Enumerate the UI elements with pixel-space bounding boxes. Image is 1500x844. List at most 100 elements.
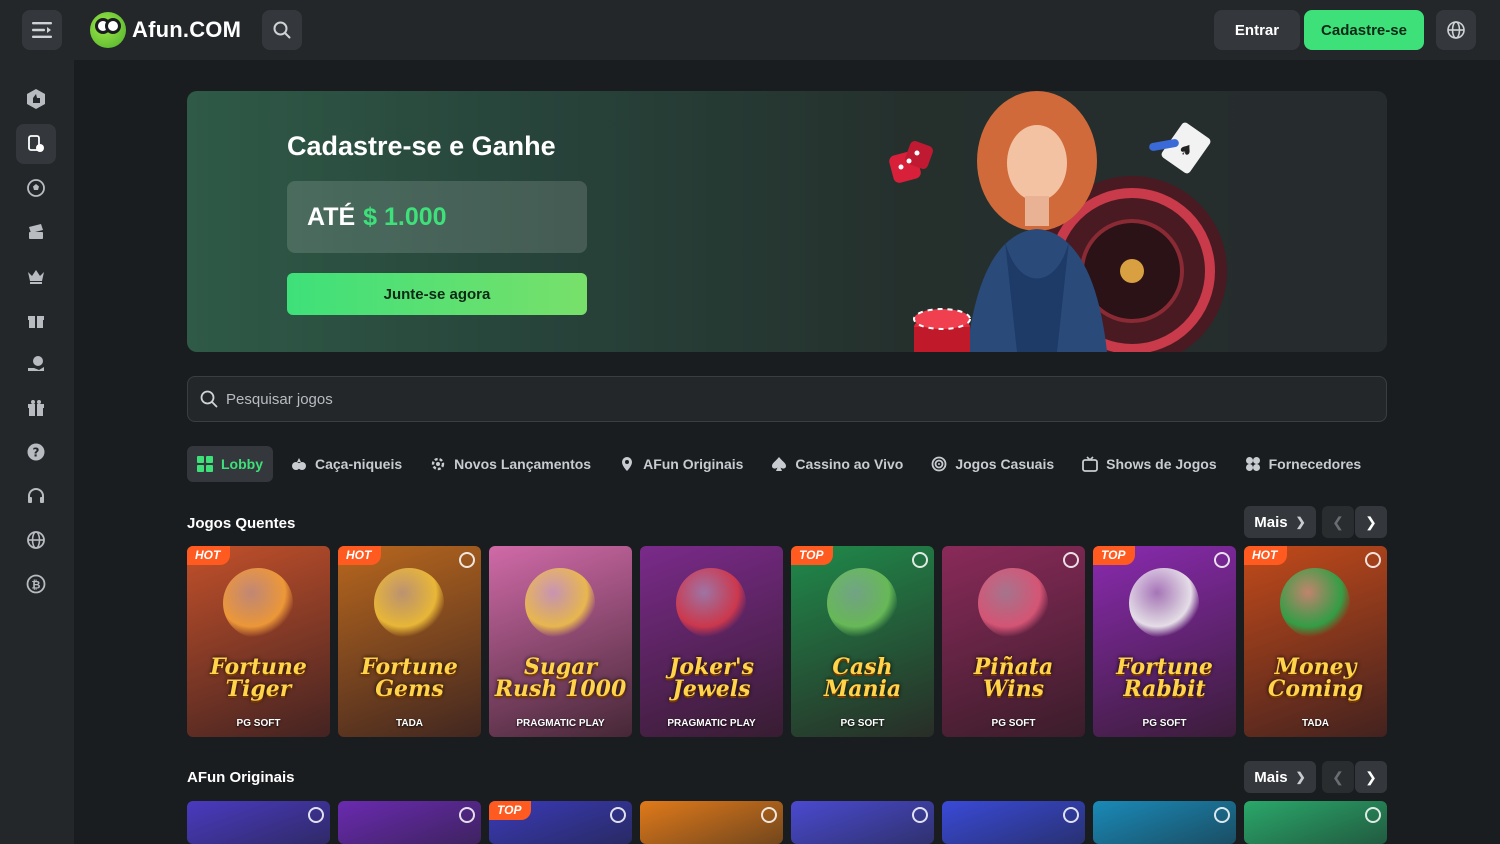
web-icon [1365,552,1381,568]
sidebar-item-football[interactable] [16,168,56,208]
globe-icon [27,531,45,549]
tv-icon [1082,456,1099,472]
tab-lobby[interactable]: Lobby [187,446,273,482]
chip-stack-image [913,308,971,352]
originals-next-button[interactable]: ❯ [1355,761,1387,793]
original-game-card[interactable] [338,801,481,844]
game-title: Piñata Wins [973,654,1054,702]
sidebar-item-promotions[interactable] [16,300,56,340]
tab-providers[interactable]: Fornecedores [1235,446,1372,482]
top-header: Afun.COM Entrar Cadastre-se [0,0,1500,60]
banner-title: Cadastre-se e Ganhe [287,131,556,161]
join-now-button[interactable]: Junte-se agora [287,273,587,315]
hot-prev-button[interactable]: ❮ [1322,506,1354,538]
spade-icon [771,456,787,472]
web-icon [459,552,475,568]
menu-toggle-button[interactable] [22,10,62,50]
original-game-card[interactable] [1093,801,1236,844]
game-card[interactable]: Sugar Rush 1000 PRAGMATIC PLAY [489,546,632,737]
originals-games-row: TOP [187,801,1387,844]
web-icon [912,552,928,568]
sidebar-item-crypto[interactable]: ₿ [16,564,56,604]
original-game-card[interactable] [187,801,330,844]
game-card[interactable]: Piñata Wins PG SOFT [942,546,1085,737]
playing-card-image: ♠ [1149,122,1211,174]
tab-label: AFun Originais [643,456,744,472]
section-title-originals: AFun Originais [187,769,295,786]
sidebar-item-casino[interactable] [16,124,56,164]
sidebar-item-cashback[interactable] [16,344,56,384]
game-art-image [1129,568,1199,638]
gift-box-icon [28,400,44,416]
sidebar-item-bonus[interactable] [16,388,56,428]
tab-game-shows[interactable]: Shows de Jogos [1072,446,1226,482]
game-card[interactable]: TOP Cash Mania PG SOFT [791,546,934,737]
bonus-amount: $ 1.000 [363,202,447,231]
game-provider: PG SOFT [840,718,885,729]
tab-originals[interactable]: AFun Originais [609,446,753,482]
banner-illustration: ♠ [889,91,1227,352]
game-card[interactable]: Joker's Jewels PRAGMATIC PLAY [640,546,783,737]
game-provider: PG SOFT [991,718,1036,729]
header-search-button[interactable] [262,10,302,50]
search-icon [273,21,291,39]
game-art-image [676,568,746,638]
web-icon [1214,552,1230,568]
game-title: Joker's Jewels [668,654,755,702]
more-label: Mais [1254,768,1288,786]
grid-icon [197,456,213,472]
neck-shape [1025,196,1049,226]
money-hand-icon [28,356,44,371]
gear-icon [430,456,446,472]
original-game-card[interactable] [942,801,1085,844]
web-icon [1063,807,1079,823]
game-art-image [1280,568,1350,638]
original-game-card[interactable] [1244,801,1387,844]
bonus-prefix: ATÉ [307,202,356,231]
game-card[interactable]: HOT Fortune Tiger PG SOFT [187,546,330,737]
sidebar-item-help[interactable]: ? [16,432,56,472]
game-search-input[interactable] [226,390,1326,408]
hot-more-button[interactable]: Mais ❯ [1244,506,1316,538]
game-title: Cash Mania [823,654,902,702]
language-button[interactable] [1436,10,1476,50]
chevron-left-icon: ❮ [1332,513,1344,530]
originals-more-button[interactable]: Mais ❯ [1244,761,1316,793]
sidebar-item-vip[interactable] [16,256,56,296]
cards-icon [28,135,44,152]
dice-image [889,141,933,183]
tab-new-releases[interactable]: Novos Lançamentos [420,446,601,482]
original-game-card[interactable]: TOP [489,801,632,844]
sidebar-item-sports[interactable] [16,79,56,119]
game-art-image [525,568,595,638]
sidebar-item-language[interactable] [16,520,56,560]
tab-slots[interactable]: Caça-niqueis [281,446,412,482]
chevron-right-icon: ❯ [1365,513,1377,530]
tab-casual-games[interactable]: Jogos Casuais [921,446,1064,482]
web-icon [761,807,777,823]
tab-label: Jogos Casuais [955,456,1055,472]
login-button[interactable]: Entrar [1214,10,1300,50]
game-card[interactable]: TOP Fortune Rabbit PG SOFT [1093,546,1236,737]
original-game-card[interactable] [791,801,934,844]
game-card[interactable]: HOT Money Coming TADA [1244,546,1387,737]
game-card[interactable]: HOT Fortune Gems TADA [338,546,481,737]
clover-icon [1245,456,1261,472]
hot-next-button[interactable]: ❯ [1355,506,1387,538]
game-art-image [374,568,444,638]
game-title: Fortune Gems [361,654,458,702]
tab-label: Novos Lançamentos [454,456,592,472]
game-badge: TOP [1093,546,1136,565]
pin-icon [619,456,635,472]
logo[interactable]: Afun.COM [90,10,241,50]
originals-prev-button[interactable]: ❮ [1322,761,1354,793]
signup-button[interactable]: Cadastre-se [1304,10,1424,50]
game-provider: PG SOFT [236,718,281,729]
sidebar-item-tickets[interactable] [16,212,56,252]
face-shape [1007,125,1067,201]
tab-live-casino[interactable]: Cassino ao Vivo [761,446,913,482]
chevron-right-icon: ❯ [1295,515,1306,529]
game-search-bar[interactable] [187,376,1387,422]
sidebar-item-support[interactable] [16,476,56,516]
original-game-card[interactable] [640,801,783,844]
